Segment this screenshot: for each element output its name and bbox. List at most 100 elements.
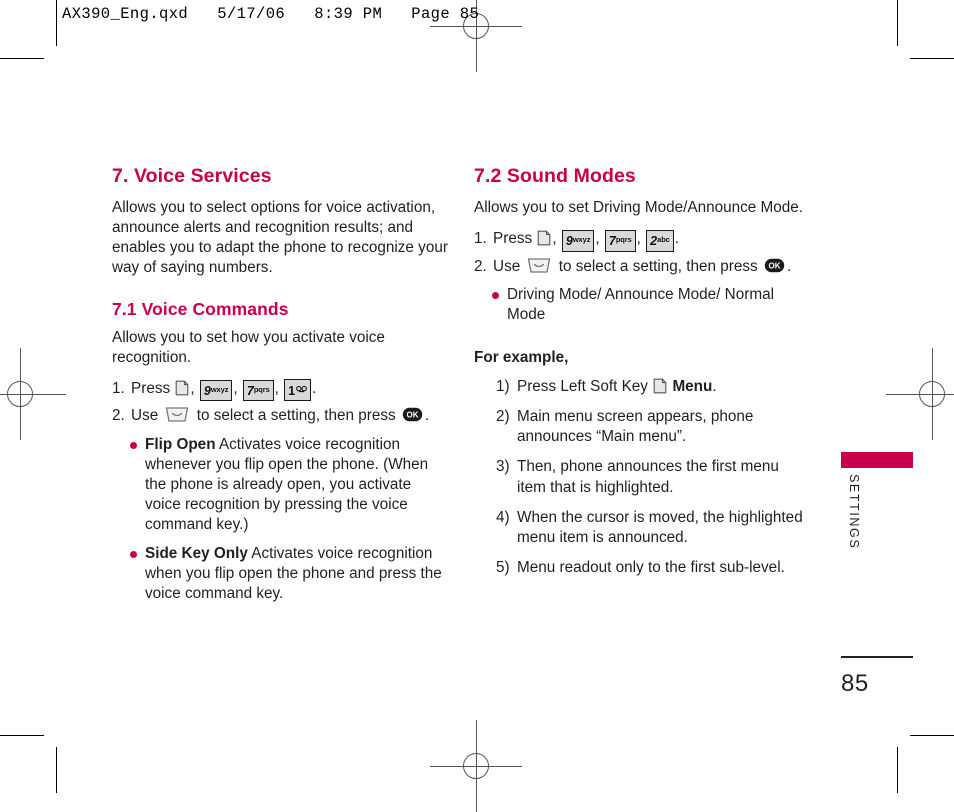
example-step-text: When the cursor is moved, the highlighte… [517, 508, 803, 546]
crop-mark-top-left-h [0, 58, 44, 59]
step-number: 2. [474, 257, 487, 275]
keycap-digit: 7 [608, 234, 616, 249]
printed-page: AX390_Eng.qxd 5/17/06 8:39 PM Page 85 7.… [0, 0, 954, 812]
right-column: 7.2 Sound Modes Allows you to set Drivin… [474, 165, 812, 588]
section-heading-sound-modes: 7.2 Sound Modes [474, 165, 636, 187]
step-trailing: . [786, 257, 792, 275]
ok-key-icon: OK [402, 407, 423, 422]
example-step-number: 3) [496, 458, 510, 476]
example-step-tail: . [712, 378, 717, 396]
registration-mark-right [886, 348, 954, 440]
example-step-number: 4) [496, 508, 510, 526]
list-item: 2) Main menu screen appears, phone annou… [496, 407, 812, 447]
folio-rule [841, 656, 913, 658]
subsection-heading-voice-commands: 7.1 Voice Commands [112, 298, 289, 319]
svg-text:OK: OK [768, 261, 780, 270]
keycap-letters: pqrs [253, 384, 270, 394]
keycap-digit: 1 [288, 383, 296, 398]
keycap-letters: pqrs [615, 235, 632, 245]
step-verb: Press [131, 379, 171, 397]
crop-mark-top-right-v [897, 0, 898, 46]
keycap-digit: 9 [565, 234, 573, 249]
list-item: 1) Press Left Soft Key Menu. [496, 377, 812, 397]
example-step-text: Menu readout only to the first sub-level… [517, 558, 785, 576]
list-item: Side Key Only Activates voice recognitio… [130, 544, 450, 604]
step-verb: Use [493, 257, 521, 275]
example-step-text: Main menu screen appears, phone announce… [517, 408, 754, 446]
keycap-7pqrs: 7pqrs [604, 230, 636, 252]
step-trailing: . [312, 379, 317, 397]
keycap-1-voicemail: 1 [284, 378, 312, 402]
step-middle-text: to select a setting, then press [196, 407, 396, 425]
example-step-number: 5) [496, 558, 510, 576]
example-step-number: 2) [496, 408, 510, 426]
list-item: 4) When the cursor is moved, the highlig… [496, 508, 812, 548]
sound-modes-intro: Allows you to set Driving Mode/Announce … [474, 199, 804, 217]
left-column: 7. Voice Services Allows you to select o… [112, 165, 450, 613]
registration-mark-top [430, 0, 522, 72]
crop-mark-bottom-right-h [910, 735, 954, 736]
voice-services-intro: Allows you to select options for voice a… [112, 199, 448, 277]
menu-label: Menu [672, 378, 713, 396]
voice-commands-intro: Allows you to set how you activate voice… [112, 329, 385, 366]
comma: , [552, 230, 557, 248]
crop-mark-top-left-v [56, 0, 57, 46]
keycap-7pqrs: 7pqrs [242, 379, 274, 402]
list-item: 3) Then, phone announces the first menu … [496, 457, 812, 497]
step-2-use-nav: 2. Use to select a setting, then press O… [474, 256, 812, 278]
crop-mark-bottom-left-v [56, 747, 57, 793]
navigation-key-icon [164, 406, 190, 423]
crop-mark-top-right-h [910, 58, 954, 59]
keycap-9wxyz: 9wxyz [561, 230, 595, 252]
registration-mark-left [0, 348, 66, 440]
step-number: 1. [474, 230, 487, 248]
comma: , [595, 230, 600, 248]
step-2-use-nav: 2. Use to select a setting, then press O… [112, 405, 450, 427]
step-trailing: . [424, 407, 430, 425]
list-item: Driving Mode/ Announce Mode/ Normal Mode [492, 285, 812, 325]
section-tab-bar [841, 452, 913, 468]
ok-key-icon: OK [764, 258, 785, 273]
keycap-2abc: 2abc [646, 230, 674, 252]
svg-text:OK: OK [406, 411, 418, 420]
file-slug: AX390_Eng.qxd 5/17/06 8:39 PM Page 85 [62, 5, 480, 23]
comma: , [636, 230, 641, 248]
keycap-letters: abc [657, 235, 670, 245]
step-middle-text: to select a setting, then press [558, 257, 758, 275]
for-example-label: For example, [474, 349, 569, 367]
step-verb: Press [493, 230, 533, 248]
sound-modes-option-list: Driving Mode/ Announce Mode/ Normal Mode [474, 285, 812, 325]
option-lead-side-key-only: Side Key Only [145, 544, 248, 562]
section-heading-voice-services: 7. Voice Services [112, 165, 272, 187]
keycap-digit: 9 [203, 383, 211, 398]
example-step-text: Then, phone announces the first menu ite… [517, 458, 779, 496]
step-1-press-keys: 1. Press , 9wxyz, 7pqrs, 1. [112, 378, 450, 402]
comma: , [190, 379, 195, 397]
keycap-letters: wxyz [572, 235, 591, 245]
list-item: 5) Menu readout only to the first sub-le… [496, 558, 812, 578]
voicemail-icon [296, 382, 308, 397]
option-text: Driving Mode/ Announce Mode/ Normal Mode [507, 286, 774, 324]
comma: , [233, 379, 238, 397]
keycap-digit: 7 [246, 383, 254, 398]
example-step-text: Press Left Soft Key [517, 378, 648, 396]
list-item: Flip Open Activates voice recognition wh… [130, 435, 450, 535]
step-trailing: . [674, 230, 679, 248]
page-number: 85 [841, 670, 869, 697]
left-soft-key-icon [653, 378, 667, 394]
example-step-number: 1) [496, 378, 510, 396]
section-tab-label-settings: SETTINGS [847, 474, 861, 550]
crop-mark-bottom-right-v [897, 747, 898, 793]
step-number: 1. [112, 379, 125, 397]
step-1-press-keys: 1. Press , 9wxyz, 7pqrs, 2abc. [474, 228, 812, 252]
crop-mark-bottom-left-h [0, 735, 44, 736]
keycap-letters: wxyz [210, 384, 229, 394]
navigation-key-icon [526, 257, 552, 274]
step-verb: Use [131, 407, 159, 425]
keycap-9wxyz: 9wxyz [199, 379, 233, 402]
option-lead-flip-open: Flip Open [145, 435, 216, 453]
step-number: 2. [112, 407, 125, 425]
example-step-list: 1) Press Left Soft Key Menu. 2) Main men… [474, 377, 812, 577]
voice-commands-option-list: Flip Open Activates voice recognition wh… [112, 435, 450, 604]
left-soft-key-icon [175, 380, 189, 396]
